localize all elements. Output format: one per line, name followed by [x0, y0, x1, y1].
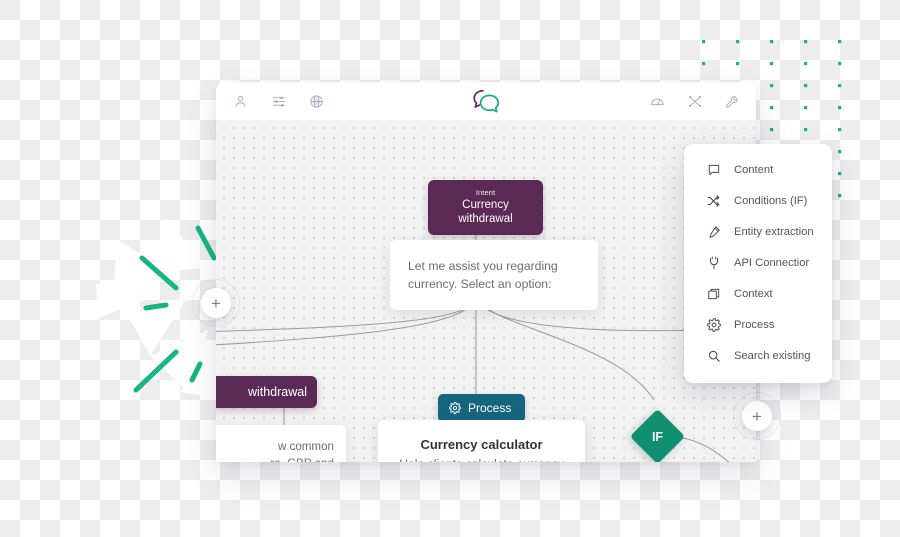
menu-item-context[interactable]: Context	[684, 278, 832, 309]
menu-item-process[interactable]: Process	[684, 309, 832, 340]
menu-item-search-existing[interactable]: Search existing	[684, 340, 832, 371]
message-card-text: Let me assist you regarding currency. Se…	[408, 259, 558, 291]
gear-icon	[449, 402, 461, 414]
plus-icon: +	[211, 293, 221, 313]
flow-canvas[interactable]: Intent Currency withdrawal Let me assist…	[216, 120, 756, 462]
plus-icon: +	[752, 406, 762, 426]
menu-item-label: Conditions (IF)	[734, 194, 808, 207]
chat-bubbles-logo	[471, 88, 501, 114]
menu-item-label: Process	[734, 318, 775, 331]
left-content-card[interactable]: w common ro, GBP and rt, our currency ig…	[216, 425, 346, 462]
plug-icon	[706, 255, 721, 270]
menu-item-label: API Connectior	[734, 256, 810, 269]
menu-item-content[interactable]: Content	[684, 154, 832, 185]
message-card[interactable]: Let me assist you regarding currency. Se…	[390, 240, 598, 310]
globe-icon[interactable]	[308, 93, 325, 110]
menu-item-conditions[interactable]: Conditions (IF)	[684, 185, 832, 216]
app-window: Intent Currency withdrawal Let me assist…	[216, 82, 756, 462]
intent-node-kind: Intent	[475, 188, 496, 197]
speech-bubble-icon	[706, 162, 721, 177]
menu-item-label: Entity extraction	[734, 225, 814, 238]
withdrawal-node-label: withdrawal	[247, 385, 307, 399]
add-node-button-left[interactable]: +	[192, 279, 240, 327]
process-badge-label: Process	[468, 401, 512, 415]
left-card-line-1: w common	[277, 440, 334, 453]
menu-item-entity-extraction[interactable]: Entity extraction	[684, 216, 832, 247]
pen-icon	[706, 224, 721, 239]
menu-item-api-connector[interactable]: API Connectior	[684, 247, 832, 278]
windows-icon	[706, 286, 721, 301]
withdrawal-node[interactable]: withdrawal	[216, 376, 317, 408]
menu-item-label: Search existing	[734, 349, 811, 362]
sliders-icon[interactable]	[270, 93, 287, 110]
left-card-line-2: ro, GBP and	[216, 456, 334, 463]
node-type-menu: Content Conditions (IF) Entity extractio…	[684, 144, 832, 383]
calculator-card-title: Currency calculator	[420, 437, 543, 452]
menu-item-label: Content	[734, 163, 774, 176]
toolbar-right-group	[649, 93, 740, 110]
gear-icon	[706, 317, 721, 332]
search-icon	[706, 348, 721, 363]
user-icon[interactable]	[232, 93, 249, 110]
process-badge[interactable]: Process	[438, 394, 526, 422]
intent-node-title: Currency withdrawal	[458, 199, 513, 225]
currency-calculator-card[interactable]: Currency calculator Help clients calcula…	[378, 420, 585, 462]
add-node-button-right[interactable]: +	[733, 392, 781, 440]
gauge-icon[interactable]	[649, 93, 666, 110]
toolbar-left-group	[232, 93, 325, 110]
intent-node[interactable]: Intent Currency withdrawal	[428, 180, 543, 235]
if-condition-node[interactable]: IF	[629, 408, 686, 462]
menu-item-label: Context	[734, 287, 773, 300]
if-node-label: IF	[651, 429, 664, 444]
toolbar	[216, 82, 756, 120]
shuffle-icon	[706, 193, 721, 208]
shuffle-icon[interactable]	[686, 93, 703, 110]
calculator-card-line-1: Help clients calculate currency	[388, 456, 575, 462]
wrench-icon[interactable]	[723, 93, 740, 110]
